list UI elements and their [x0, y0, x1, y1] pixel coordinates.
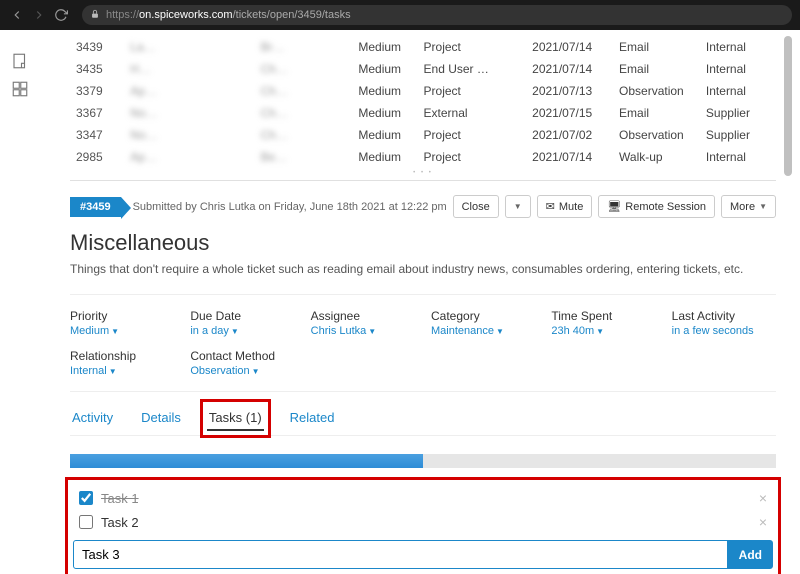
field-last-activity: Last Activityin a few seconds — [672, 309, 776, 337]
monitor-icon: 🖥 — [607, 200, 621, 213]
field-due-date[interactable]: Due Datein a day▼ — [190, 309, 294, 337]
tab-details[interactable]: Details — [139, 406, 183, 431]
mail-icon: ✉ — [546, 200, 555, 213]
ticket-id-tag: #3459 — [70, 197, 121, 217]
side-rail — [0, 30, 40, 108]
task-label: Task 1 — [101, 491, 139, 506]
field-category[interactable]: CategoryMaintenance▼ — [431, 309, 535, 337]
close-dropdown[interactable]: ▼ — [505, 195, 531, 218]
task-row: Task 2 × — [71, 510, 775, 534]
field-time-spent[interactable]: Time Spent23h 40m▼ — [551, 309, 655, 337]
task-area: Task 1 × Task 2 × Add — [70, 482, 776, 574]
close-button[interactable]: Close — [453, 195, 499, 218]
table-row[interactable]: 3347No…Ch…MediumProject2021/07/02Observa… — [70, 124, 776, 146]
task-row: Task 1 × — [71, 486, 775, 510]
resize-handle[interactable]: • • • — [70, 170, 776, 176]
tabs: Activity Details Tasks (1) Related — [70, 406, 776, 436]
reload-icon[interactable] — [52, 6, 70, 24]
field-contact-method[interactable]: Contact MethodObservation▼ — [190, 349, 294, 377]
ticket-description: Things that don't require a whole ticket… — [70, 262, 776, 276]
table-row[interactable]: 2985Ap…Be…MediumProject2021/07/14Walk-up… — [70, 146, 776, 168]
submitted-text: Submitted by Chris Lutka on Friday, June… — [133, 201, 447, 213]
add-task-button[interactable]: Add — [728, 540, 773, 569]
table-row[interactable]: 3367No…Ch…MediumExternal2021/07/15EmailS… — [70, 102, 776, 124]
lock-icon — [90, 9, 100, 22]
remote-session-button[interactable]: 🖥Remote Session — [598, 195, 715, 218]
browser-bar: https://on.spiceworks.com/tickets/open/3… — [0, 0, 800, 30]
task-checkbox[interactable] — [79, 515, 93, 529]
ticket-title: Miscellaneous — [70, 230, 776, 256]
field-relationship[interactable]: RelationshipInternal▼ — [70, 349, 174, 377]
table-row[interactable]: 3379Ap…Ch…MediumProject2021/07/13Observa… — [70, 80, 776, 102]
mute-button[interactable]: ✉Mute — [537, 195, 593, 218]
tab-activity[interactable]: Activity — [70, 406, 115, 431]
task-checkbox[interactable] — [79, 491, 93, 505]
grid-icon[interactable] — [11, 80, 29, 98]
delete-task-icon[interactable]: × — [759, 490, 767, 506]
field-assignee[interactable]: AssigneeChris Lutka▼ — [311, 309, 415, 337]
new-task-input[interactable] — [73, 540, 728, 569]
task-label: Task 2 — [101, 515, 139, 530]
back-icon[interactable] — [8, 6, 26, 24]
more-button[interactable]: More▼ — [721, 195, 776, 218]
scrollbar-thumb[interactable] — [784, 36, 792, 176]
forward-icon[interactable] — [30, 6, 48, 24]
url-text: https://on.spiceworks.com/tickets/open/3… — [106, 9, 351, 21]
table-row[interactable]: 3435H…Ch…MediumEnd User …2021/07/14Email… — [70, 58, 776, 80]
progress-bar — [70, 454, 776, 468]
table-row[interactable]: 3439La…Br…MediumProject2021/07/14EmailIn… — [70, 36, 776, 58]
ticket-table: 3439La…Br…MediumProject2021/07/14EmailIn… — [70, 36, 776, 168]
delete-task-icon[interactable]: × — [759, 514, 767, 530]
field-priority[interactable]: PriorityMedium▼ — [70, 309, 174, 337]
note-icon[interactable] — [11, 52, 29, 70]
tab-related[interactable]: Related — [288, 406, 337, 431]
url-bar[interactable]: https://on.spiceworks.com/tickets/open/3… — [82, 5, 792, 25]
tab-tasks[interactable]: Tasks (1) — [207, 406, 264, 431]
